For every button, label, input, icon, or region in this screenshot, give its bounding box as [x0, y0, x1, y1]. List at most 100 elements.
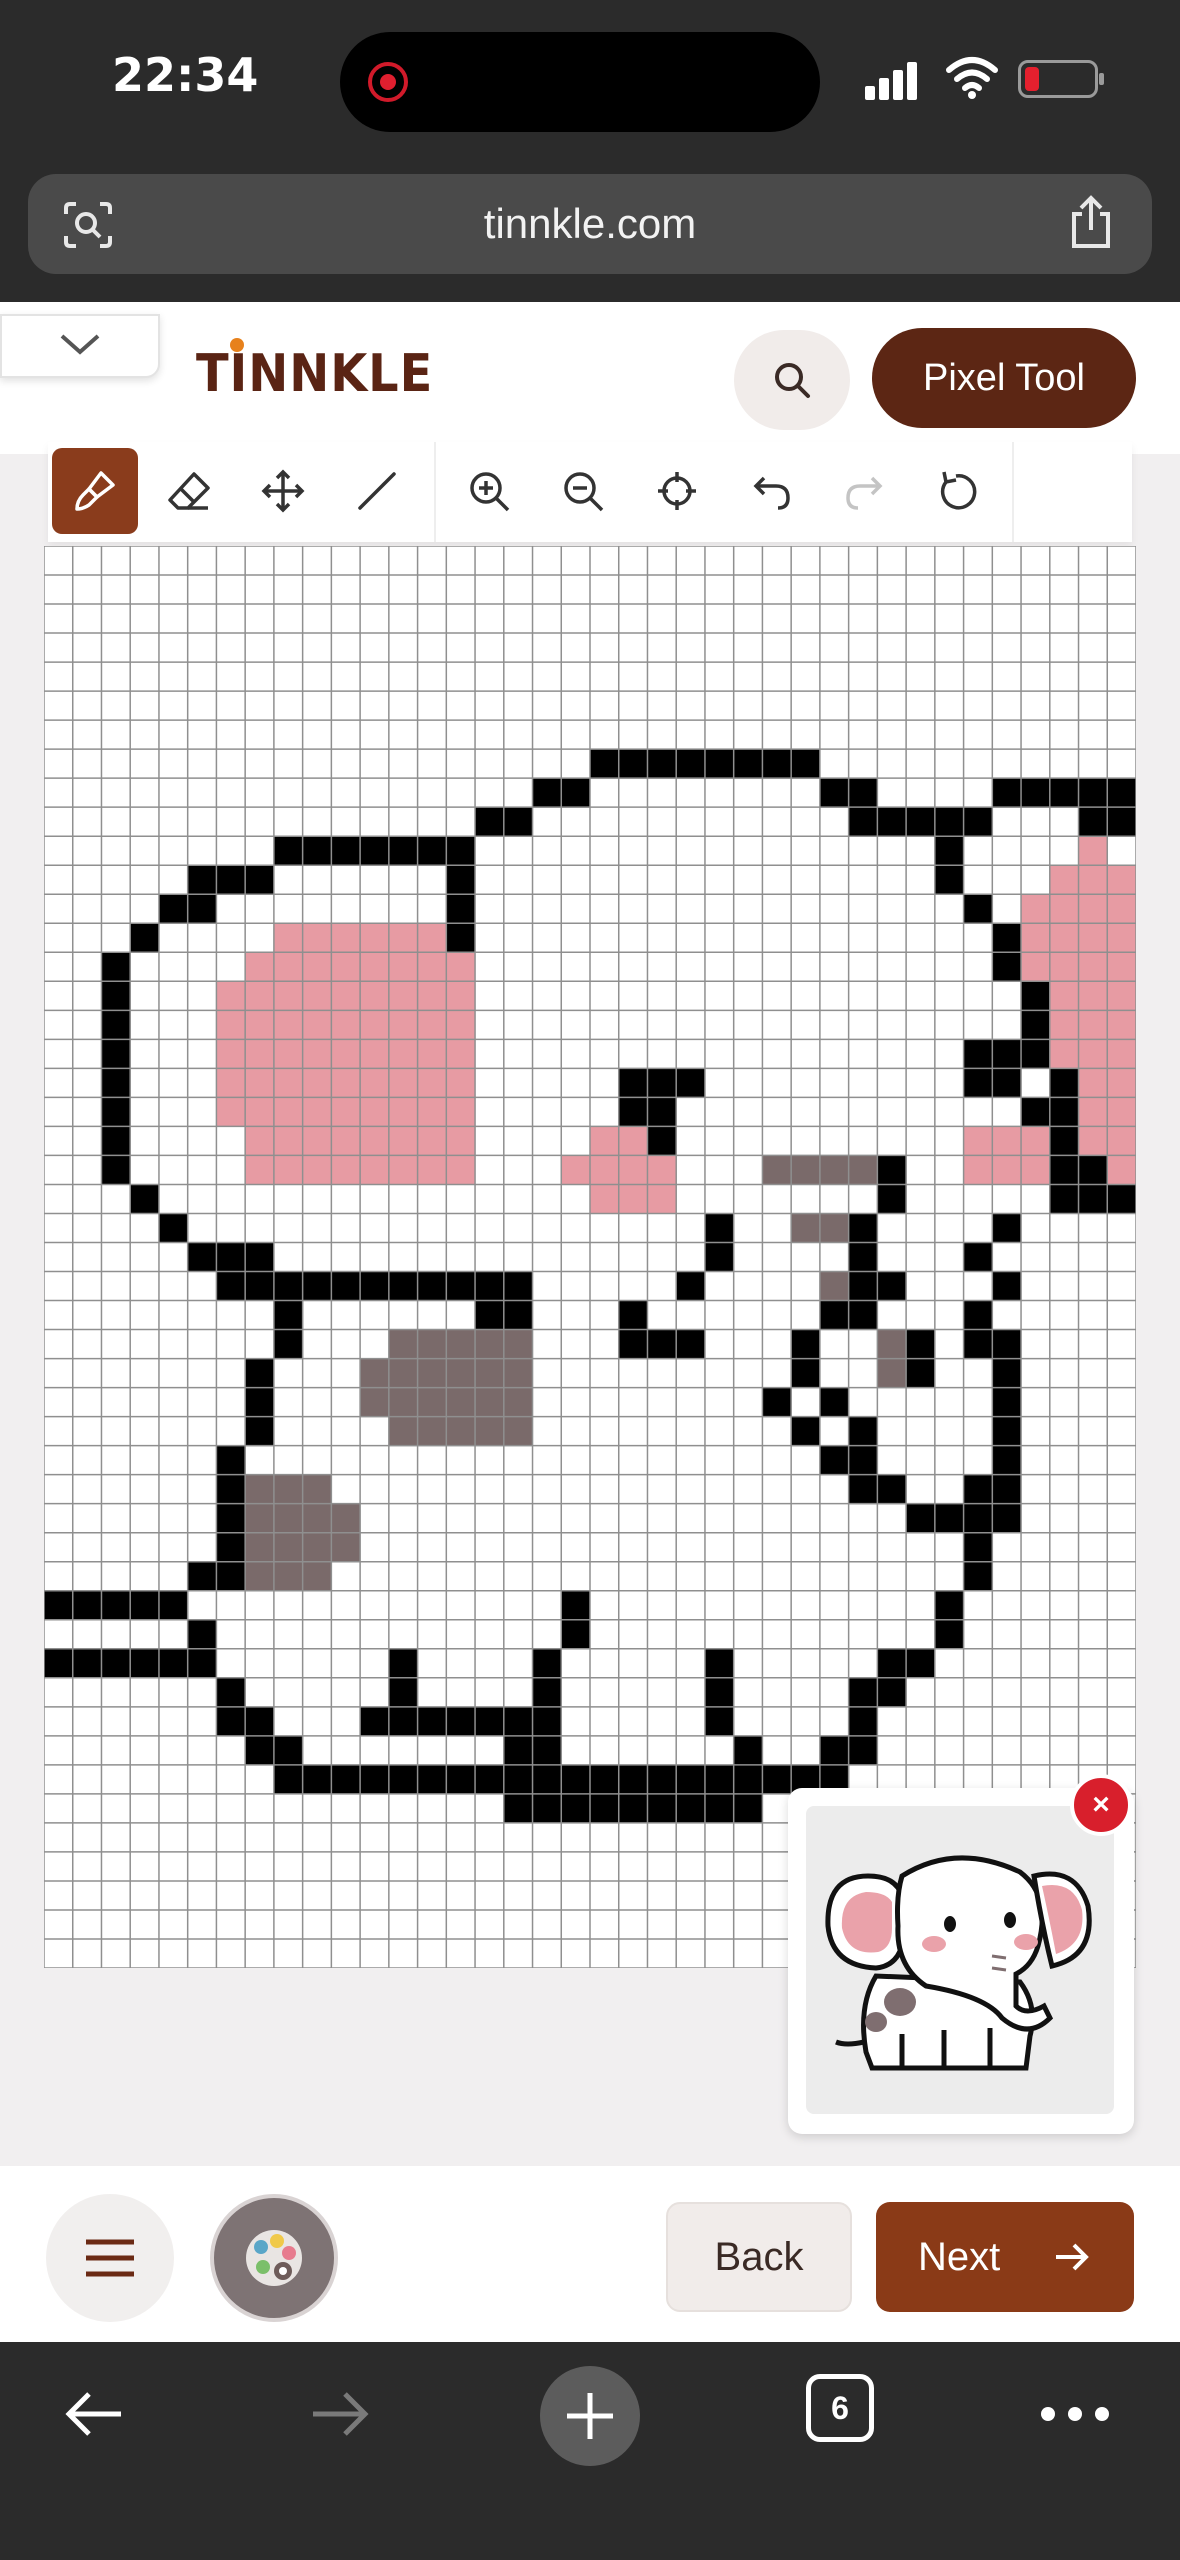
- pixel-cell[interactable]: [992, 1329, 1022, 1360]
- pixel-cell[interactable]: [245, 952, 275, 982]
- pixel-cell[interactable]: [360, 836, 390, 866]
- pixel-cell[interactable]: [503, 1271, 534, 1302]
- pixel-cell[interactable]: [216, 1068, 246, 1098]
- pixel-cell[interactable]: [733, 1764, 763, 1795]
- pixel-cell[interactable]: [848, 1677, 878, 1708]
- pixel-cell[interactable]: [992, 1126, 1022, 1156]
- pixel-cell[interactable]: [532, 1648, 562, 1679]
- pixel-cell[interactable]: [302, 923, 332, 953]
- pixel-cell[interactable]: [676, 1329, 706, 1360]
- pixel-cell[interactable]: [848, 1706, 878, 1737]
- pixel-cell[interactable]: [417, 1764, 447, 1795]
- pixel-cell[interactable]: [1021, 923, 1051, 953]
- pixel-cell[interactable]: [158, 1213, 189, 1243]
- pixel-cell[interactable]: [1078, 1039, 1108, 1069]
- pixel-cell[interactable]: [331, 1097, 361, 1127]
- pixel-cell[interactable]: [848, 1474, 878, 1505]
- pixel-cell[interactable]: [475, 1300, 505, 1331]
- close-reference-button[interactable]: ×: [1070, 1774, 1132, 1836]
- pixel-cell[interactable]: [331, 1764, 361, 1795]
- pixel-cell[interactable]: [1078, 894, 1108, 924]
- pixel-cell[interactable]: [273, 836, 304, 866]
- pixel-cell[interactable]: [331, 952, 361, 982]
- pixel-cell[interactable]: [388, 952, 419, 982]
- pixel-cell[interactable]: [245, 1387, 275, 1418]
- more-options-button[interactable]: [1030, 2374, 1120, 2454]
- pixel-cell[interactable]: [417, 981, 447, 1011]
- pixel-cell[interactable]: [590, 1155, 620, 1185]
- pixel-cell[interactable]: [360, 1068, 390, 1098]
- pixel-cell[interactable]: [503, 1706, 534, 1737]
- pixel-cell[interactable]: [1078, 952, 1108, 982]
- pixel-cell[interactable]: [158, 1648, 189, 1679]
- pixel-cell[interactable]: [475, 1358, 505, 1389]
- pixel-cell[interactable]: [848, 1213, 878, 1243]
- pixel-cell[interactable]: [819, 1445, 850, 1476]
- site-logo[interactable]: TINNKLE: [196, 344, 433, 404]
- pixel-cell[interactable]: [475, 1387, 505, 1418]
- pixel-cell[interactable]: [532, 1706, 562, 1737]
- pixel-cell[interactable]: [1078, 1184, 1108, 1214]
- pixel-cell[interactable]: [446, 1271, 476, 1302]
- pixel-cell[interactable]: [331, 1039, 361, 1069]
- pixel-cell[interactable]: [1021, 894, 1051, 924]
- pixel-cell[interactable]: [273, 1329, 304, 1360]
- pixel-cell[interactable]: [101, 1590, 131, 1621]
- pixel-cell[interactable]: [1107, 1039, 1136, 1069]
- pixel-cell[interactable]: [475, 1271, 505, 1302]
- pixel-cell[interactable]: [503, 1764, 534, 1795]
- pixel-cell[interactable]: [992, 1039, 1022, 1069]
- pixel-cell[interactable]: [216, 1561, 246, 1592]
- pixel-cell[interactable]: [963, 1126, 993, 1156]
- pixel-cell[interactable]: [704, 1764, 735, 1795]
- pixel-cell[interactable]: [360, 1039, 390, 1069]
- pixel-cell[interactable]: [532, 1735, 562, 1766]
- pixel-cell[interactable]: [273, 1271, 304, 1302]
- pixel-cell[interactable]: [561, 1619, 591, 1650]
- pixel-cell[interactable]: [388, 1097, 419, 1127]
- pixel-cell[interactable]: [245, 1474, 275, 1505]
- pixel-cell[interactable]: [130, 1648, 160, 1679]
- pixel-cell[interactable]: [532, 1793, 562, 1824]
- pixel-cell[interactable]: [1049, 923, 1080, 953]
- pixel-cell[interactable]: [877, 1648, 907, 1679]
- pixel-cell[interactable]: [446, 894, 476, 924]
- pixel-cell[interactable]: [1078, 865, 1108, 895]
- pixel-cell[interactable]: [388, 1010, 419, 1040]
- pixel-cell[interactable]: [877, 1271, 907, 1302]
- pixel-cell[interactable]: [906, 1648, 936, 1679]
- pixel-cell[interactable]: [1049, 1068, 1080, 1098]
- pixel-cell[interactable]: [388, 1155, 419, 1185]
- pixel-cell[interactable]: [1021, 952, 1051, 982]
- pixel-cell[interactable]: [992, 1068, 1022, 1098]
- pixel-cell[interactable]: [791, 1329, 821, 1360]
- pixel-cell[interactable]: [331, 1126, 361, 1156]
- pixel-cell[interactable]: [590, 1184, 620, 1214]
- pixel-cell[interactable]: [647, 1068, 677, 1098]
- pixel-cell[interactable]: [590, 1764, 620, 1795]
- pixel-cell[interactable]: [647, 749, 677, 779]
- pixel-cell[interactable]: [503, 807, 534, 837]
- pixel-cell[interactable]: [1078, 807, 1108, 837]
- pixel-cell[interactable]: [618, 1155, 648, 1185]
- pixel-cell[interactable]: [676, 749, 706, 779]
- pixel-cell[interactable]: [934, 807, 965, 837]
- pixel-cell[interactable]: [1078, 1097, 1108, 1127]
- pixel-cell[interactable]: [446, 1706, 476, 1737]
- pixel-cell[interactable]: [503, 1300, 534, 1331]
- pixel-cell[interactable]: [503, 1329, 534, 1360]
- pixel-cell[interactable]: [331, 981, 361, 1011]
- pixel-cell[interactable]: [417, 1358, 447, 1389]
- pixel-cell[interactable]: [848, 778, 878, 808]
- pixel-cell[interactable]: [245, 1532, 275, 1563]
- pixel-cell[interactable]: [101, 1648, 131, 1679]
- pixel-cell[interactable]: [475, 1706, 505, 1737]
- pixel-cell[interactable]: [1049, 1039, 1080, 1069]
- pixel-cell[interactable]: [388, 1416, 419, 1447]
- pixel-cell[interactable]: [848, 1242, 878, 1273]
- pixel-cell[interactable]: [388, 1648, 419, 1679]
- pixel-cell[interactable]: [417, 836, 447, 866]
- pixel-cell[interactable]: [819, 1271, 850, 1302]
- pixel-cell[interactable]: [245, 1706, 275, 1737]
- pixel-cell[interactable]: [561, 1764, 591, 1795]
